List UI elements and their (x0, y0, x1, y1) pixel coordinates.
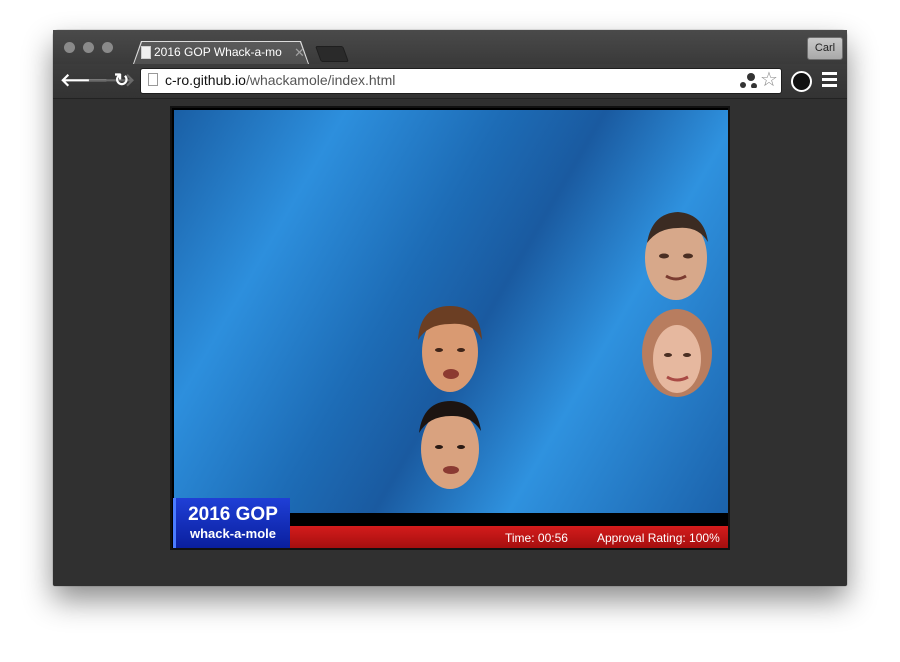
logo-subtitle: whack-a-mole (190, 526, 276, 541)
close-window-button[interactable] (64, 42, 75, 53)
candidate-face-icon (418, 306, 482, 392)
reload-icon[interactable]: ↻ (114, 70, 129, 91)
url-path: /whackamole/index.html (245, 72, 396, 88)
timer: Time: 00:56 (505, 531, 568, 545)
minimize-window-button[interactable] (83, 42, 94, 53)
clock-extension-icon[interactable] (791, 71, 812, 92)
url-text[interactable]: c-ro.github.io/whackamole/index.html (165, 72, 395, 88)
candidate-face-icon (645, 212, 708, 300)
approval-rating: Approval Rating: 100% (597, 531, 720, 545)
hamburger-menu-icon[interactable] (822, 72, 837, 90)
game-logo: 2016 GOP whack-a-mole (176, 498, 290, 548)
candidate-face-icon (642, 309, 712, 397)
url-host: c-ro.github.io (165, 72, 246, 88)
mole-head[interactable] (416, 302, 484, 394)
tab-title: 2016 GOP Whack-a-mole! (154, 45, 282, 59)
profile-button[interactable]: Carl (807, 37, 843, 60)
page-info-icon[interactable] (148, 73, 158, 86)
star-icon[interactable]: ☆ (760, 67, 778, 92)
page-icon (141, 46, 151, 59)
mole-head[interactable] (642, 208, 710, 301)
zoom-window-button[interactable] (102, 42, 113, 53)
mole-head[interactable] (640, 305, 715, 397)
extension-dots-icon[interactable] (739, 72, 757, 88)
close-icon[interactable]: ✕ (294, 45, 305, 61)
logo-title: 2016 GOP (188, 504, 278, 525)
mole-head[interactable] (415, 397, 485, 490)
new-tab-button[interactable] (315, 46, 349, 62)
candidate-face-icon (419, 401, 481, 489)
